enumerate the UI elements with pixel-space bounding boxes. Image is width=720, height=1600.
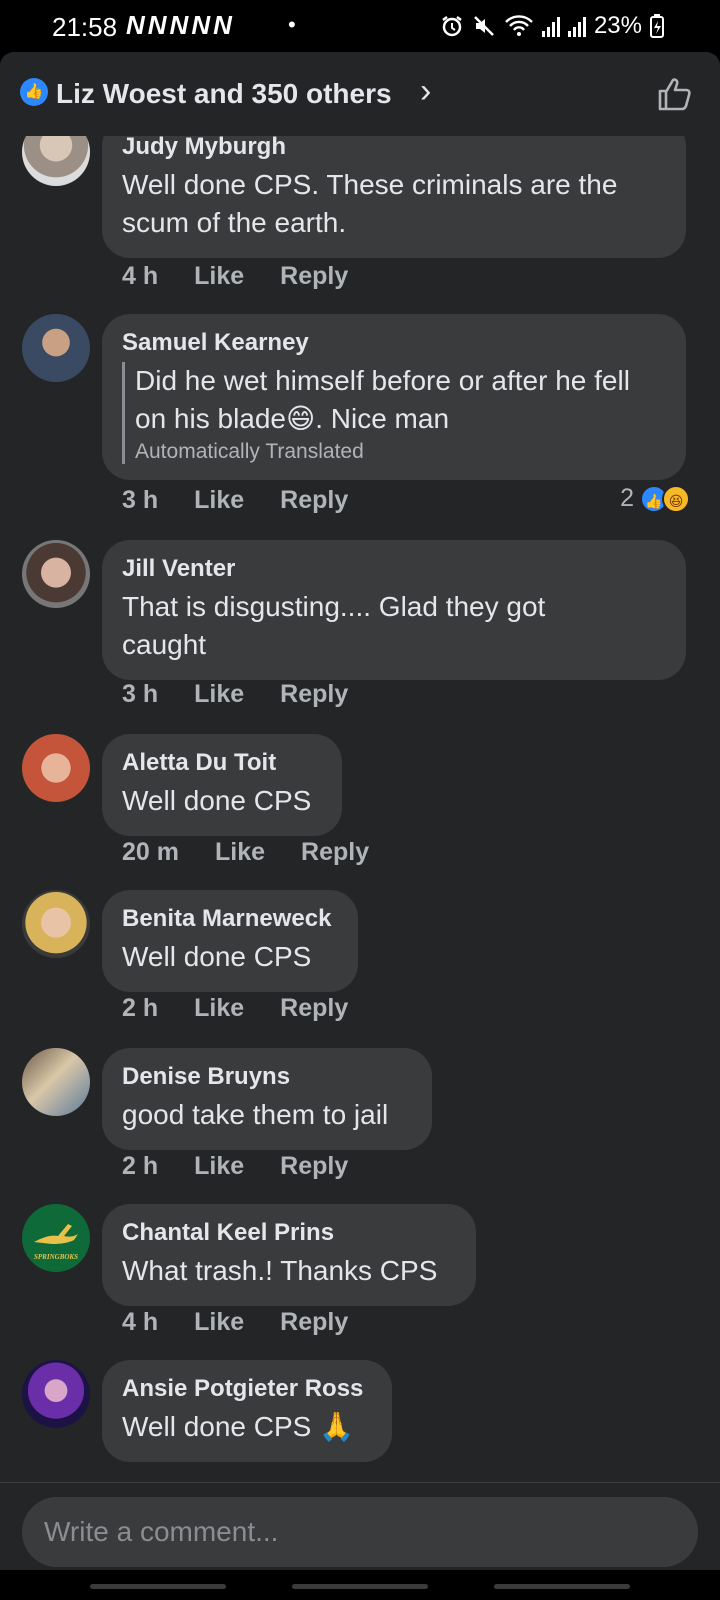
comment-text: Did he wet himself before or after he fe… xyxy=(135,365,630,434)
battery-charging-icon xyxy=(650,14,664,38)
reply-button[interactable]: Reply xyxy=(280,486,348,515)
comment-author[interactable]: Chantal Keel Prins xyxy=(122,1218,456,1248)
wifi-icon xyxy=(505,15,533,36)
comment-text: Well done CPS xyxy=(122,941,312,972)
avatar[interactable] xyxy=(22,734,90,802)
translation-note[interactable]: Automatically Translated xyxy=(135,440,666,464)
avatar[interactable] xyxy=(22,540,90,608)
comment-author[interactable]: Samuel Kearney xyxy=(122,328,666,358)
status-time: 21:58 xyxy=(52,12,118,42)
comment-actions: 4 h Like Reply xyxy=(122,262,384,291)
comment-actions: 4 h Like Reply xyxy=(122,1308,384,1337)
like-button[interactable]: Like xyxy=(194,1308,244,1337)
comment-time: 2 h xyxy=(122,1152,159,1180)
comment-time: 3 h xyxy=(122,486,159,514)
battery-percent: 23% xyxy=(593,12,642,39)
reactions-header[interactable]: 👍 Liz Woest and 350 others › xyxy=(0,52,720,136)
svg-text:SPRINGBOKS: SPRINGBOKS xyxy=(34,1253,78,1261)
comment-text: Well done CPS. These criminals are the s… xyxy=(122,169,618,238)
like-button[interactable]: Like xyxy=(194,680,244,709)
comment-bubble[interactable]: Judy Myburgh Well done CPS. These crimin… xyxy=(102,118,686,258)
avatar[interactable] xyxy=(22,1048,90,1116)
avatar[interactable] xyxy=(22,890,90,958)
avatar[interactable] xyxy=(22,1360,90,1428)
comment-reactions[interactable]: 2 👍 😆 xyxy=(620,484,690,513)
reply-button[interactable]: Reply xyxy=(280,994,348,1023)
alarm-icon xyxy=(442,16,462,37)
reply-button[interactable]: Reply xyxy=(280,262,348,291)
reply-button[interactable]: Reply xyxy=(280,1152,348,1181)
avatar[interactable]: SPRINGBOKS xyxy=(22,1204,90,1272)
comment-time: 20 m xyxy=(122,838,179,866)
nav-home-indicator[interactable] xyxy=(292,1584,428,1589)
comment-text: Well done CPS xyxy=(122,785,312,816)
comment-text: What trash.! Thanks CPS xyxy=(122,1255,438,1286)
comment-actions: 3 h Like Reply xyxy=(122,680,384,709)
comment-bubble[interactable]: Benita Marneweck Well done CPS xyxy=(102,890,358,992)
like-button[interactable]: Like xyxy=(215,838,265,867)
status-icons: 23% xyxy=(440,12,664,40)
comment-time: 3 h xyxy=(122,680,159,708)
comment-bubble[interactable]: Denise Bruyns good take them to jail xyxy=(102,1048,432,1150)
comment-time: 2 h xyxy=(122,994,159,1022)
nav-recents-indicator[interactable] xyxy=(90,1584,226,1589)
comment-actions: 20 m Like Reply xyxy=(122,838,405,867)
comment-time: 4 h xyxy=(122,1308,159,1336)
translated-block: Did he wet himself before or after he fe… xyxy=(122,362,666,464)
comment-author[interactable]: Judy Myburgh xyxy=(122,132,666,162)
comment-text: Well done CPS 🙏 xyxy=(122,1411,354,1442)
comment-text: That is disgusting.... Glad they got cau… xyxy=(122,591,546,660)
reply-button[interactable]: Reply xyxy=(280,1308,348,1337)
reply-button[interactable]: Reply xyxy=(280,680,348,709)
comment-actions: 2 h Like Reply xyxy=(122,1152,384,1181)
comment-time: 4 h xyxy=(122,262,159,290)
reply-button[interactable]: Reply xyxy=(301,838,369,867)
comment-text: good take them to jail xyxy=(122,1099,389,1130)
comment-author[interactable]: Denise Bruyns xyxy=(122,1062,412,1092)
notification-icons: NNNNN xyxy=(126,10,235,40)
comment-author[interactable]: Aletta Du Toit xyxy=(122,748,322,778)
mute-icon xyxy=(474,16,494,36)
comment-author[interactable]: Jill Venter xyxy=(122,554,666,584)
like-button[interactable]: Like xyxy=(194,262,244,291)
signal-icon xyxy=(541,15,560,37)
comments-panel: 👍 Liz Woest and 350 others › Judy Myburg… xyxy=(0,52,720,1592)
like-button[interactable]: Like xyxy=(194,994,244,1023)
like-button[interactable]: Like xyxy=(194,1152,244,1181)
comment-bubble[interactable]: Samuel Kearney Did he wet himself before… xyxy=(102,314,686,480)
comment-bubble[interactable]: Chantal Keel Prins What trash.! Thanks C… xyxy=(102,1204,476,1306)
more-notifications-dot: • xyxy=(288,12,296,37)
like-reaction-icon: 👍 xyxy=(20,78,48,106)
like-button[interactable]: Like xyxy=(194,486,244,515)
avatar[interactable] xyxy=(22,314,90,382)
comment-author[interactable]: Ansie Potgieter Ross xyxy=(122,1374,372,1404)
comment-bubble[interactable]: Ansie Potgieter Ross Well done CPS 🙏 xyxy=(102,1360,392,1462)
springbok-logo-icon: SPRINGBOKS xyxy=(34,1224,78,1261)
system-nav-bar xyxy=(0,1570,720,1600)
signal-icon-2 xyxy=(567,15,586,37)
reaction-count: 2 xyxy=(620,484,634,512)
comment-actions: 3 h Like Reply xyxy=(122,486,384,515)
comment-author[interactable]: Benita Marneweck xyxy=(122,904,338,934)
comment-input[interactable] xyxy=(22,1497,698,1567)
comment-bubble[interactable]: Jill Venter That is disgusting.... Glad … xyxy=(102,540,686,680)
status-bar: 21:58 NNNNN • 23% xyxy=(0,0,720,52)
thumbs-up-outline-icon[interactable] xyxy=(654,74,694,114)
reactions-summary[interactable]: Liz Woest and 350 others xyxy=(56,78,392,110)
comment-bubble[interactable]: Aletta Du Toit Well done CPS xyxy=(102,734,342,836)
haha-reaction-icon: 😆 xyxy=(662,484,690,513)
nav-back-indicator[interactable] xyxy=(494,1584,630,1589)
comment-actions: 2 h Like Reply xyxy=(122,994,384,1023)
chevron-right-icon[interactable]: › xyxy=(420,72,431,111)
